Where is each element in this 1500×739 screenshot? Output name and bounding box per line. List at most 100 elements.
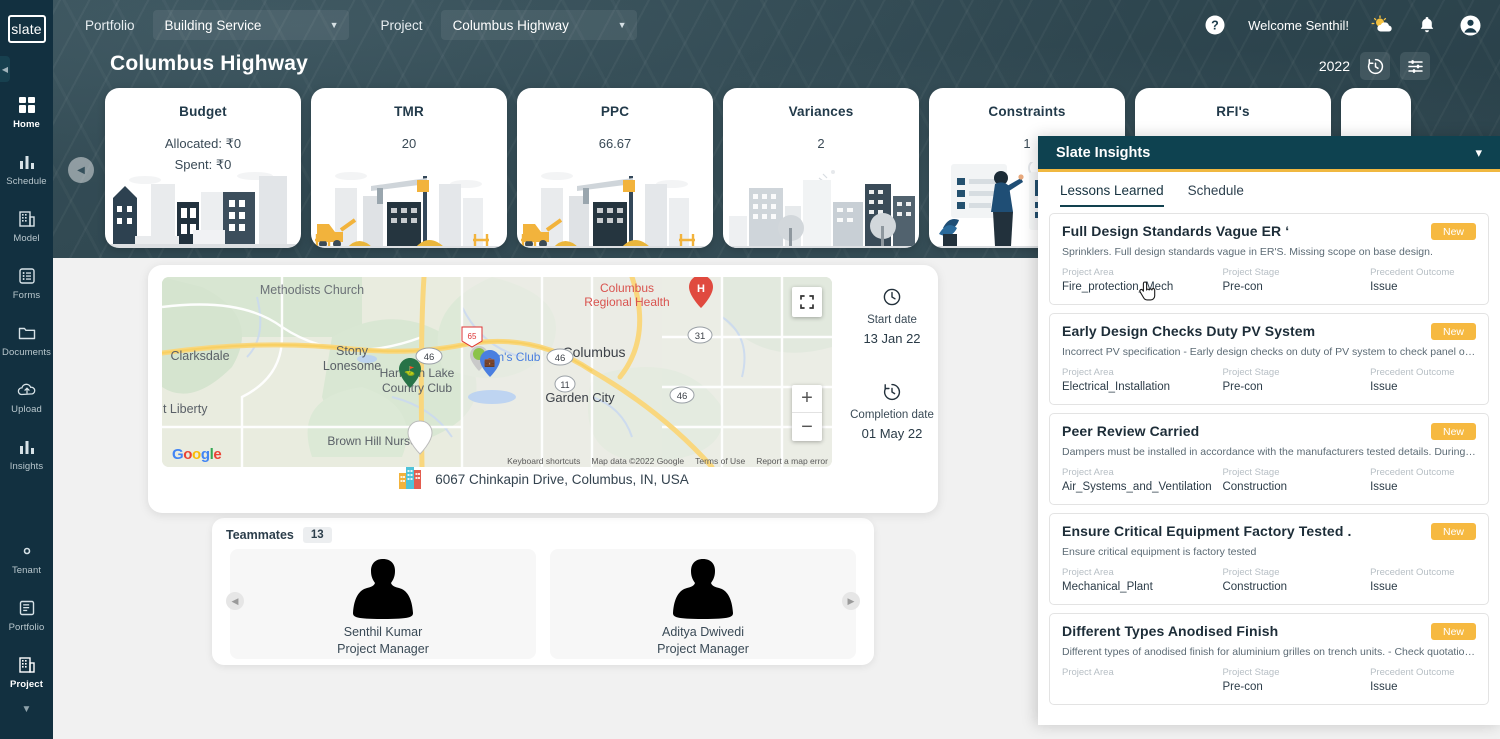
insight-meta: Project Area Fire_protection_Mech Projec… bbox=[1062, 267, 1476, 295]
chevron-down-icon: ▼ bbox=[330, 20, 339, 30]
sidebar-item-forms[interactable]: Forms bbox=[0, 260, 53, 305]
kpi-value: 20 bbox=[311, 133, 507, 154]
map-zoom-in-button[interactable]: + bbox=[792, 385, 822, 413]
gear-icon bbox=[0, 541, 53, 561]
status-badge: New bbox=[1431, 523, 1476, 540]
history-clock-icon[interactable] bbox=[1360, 52, 1390, 80]
sidebar-item-project[interactable]: Project bbox=[0, 649, 53, 694]
meta-label-stage: Project Stage bbox=[1222, 267, 1370, 278]
meta-value-outcome: Issue bbox=[1370, 281, 1476, 295]
kpi-title: Variances bbox=[723, 104, 919, 119]
project-select[interactable]: Columbus Highway ▼ bbox=[441, 10, 637, 40]
teammates-card: Teammates 13 Senthil Kumar Project Manag… bbox=[212, 518, 874, 665]
clock-icon bbox=[848, 287, 936, 307]
insight-meta-area: Project Area Air_Systems_and_Ventilation bbox=[1062, 467, 1222, 495]
meta-label-area: Project Area bbox=[1062, 367, 1222, 378]
user-account-icon[interactable] bbox=[1459, 14, 1482, 37]
app-logo-text: slate bbox=[8, 15, 46, 43]
svg-text:31: 31 bbox=[695, 331, 706, 342]
teammates-next-button[interactable]: ▶ bbox=[842, 592, 860, 610]
sidebar-item-model[interactable]: Model bbox=[0, 203, 53, 248]
buildings-icon bbox=[397, 464, 423, 495]
meta-label-outcome: Precedent Outcome bbox=[1370, 367, 1476, 378]
map-zoom-out-button[interactable]: − bbox=[792, 413, 822, 441]
insight-meta-stage: Project Stage Pre-con bbox=[1222, 267, 1370, 295]
list-form-icon bbox=[0, 266, 53, 286]
sidebar-item-portfolio-label: Portfolio bbox=[0, 622, 53, 633]
sidebar-item-portfolio[interactable]: Portfolio bbox=[0, 592, 53, 637]
portfolio-select[interactable]: Building Service ▼ bbox=[153, 10, 349, 40]
meta-label-area: Project Area bbox=[1062, 667, 1222, 678]
person-silhouette-icon bbox=[670, 555, 736, 624]
completion-date-block: Completion date 01 May 22 bbox=[848, 382, 936, 441]
meta-label-area: Project Area bbox=[1062, 267, 1222, 278]
meta-label-stage: Project Stage bbox=[1222, 367, 1370, 378]
kpi-card-variances[interactable]: Variances 2 bbox=[723, 88, 919, 248]
kpi-value: 2 bbox=[723, 133, 919, 154]
meta-label-area: Project Area bbox=[1062, 567, 1222, 578]
sidebar-item-home[interactable]: Home bbox=[0, 89, 53, 134]
teammate-name: Senthil Kumar bbox=[344, 625, 423, 639]
sidebar-item-tenant[interactable]: Tenant bbox=[0, 535, 53, 580]
chevron-down-icon[interactable]: ▾ bbox=[1475, 145, 1482, 161]
insight-meta-stage: Project Stage Construction bbox=[1222, 467, 1370, 495]
teammate-role: Project Manager bbox=[337, 642, 429, 656]
insight-card[interactable]: Peer Review Carried New Dampers must be … bbox=[1049, 413, 1489, 505]
map-canvas: Methodists Church Clarksdale Stony Lones… bbox=[162, 277, 832, 467]
svg-text:Clarksdale: Clarksdale bbox=[170, 349, 229, 363]
insight-meta: Project Area Project Stage Pre-con Prece… bbox=[1062, 667, 1476, 695]
sidebar-item-documents-label: Documents bbox=[0, 347, 53, 358]
insight-meta-outcome: Precedent Outcome Issue bbox=[1370, 367, 1476, 395]
teammates-header: Teammates 13 bbox=[212, 518, 874, 543]
help-circle-icon[interactable]: ? bbox=[1204, 14, 1226, 36]
kpi-carousel-prev[interactable]: ◀ bbox=[68, 157, 94, 183]
google-logo: Google bbox=[172, 446, 221, 463]
kpi-card-ppc[interactable]: PPC 66.67 bbox=[517, 88, 713, 248]
kpi-card-budget[interactable]: Budget Allocated: ₹0 Spent: ₹0 bbox=[105, 88, 301, 248]
kpi-card-tmr[interactable]: TMR 20 bbox=[311, 88, 507, 248]
insight-description: Incorrect PV specification - Early desig… bbox=[1062, 346, 1476, 358]
crane-site-illustration bbox=[311, 162, 507, 248]
sidebar-item-insights[interactable]: Insights bbox=[0, 431, 53, 476]
project-nav-label: Project bbox=[381, 18, 423, 33]
insight-meta: Project Area Electrical_Installation Pro… bbox=[1062, 367, 1476, 395]
tab-schedule[interactable]: Schedule bbox=[1188, 183, 1244, 207]
left-sidebar: slate Home Schedule Model Forms bbox=[0, 0, 53, 739]
sidebar-item-documents[interactable]: Documents bbox=[0, 317, 53, 362]
sidebar-item-upload[interactable]: Upload bbox=[0, 374, 53, 419]
insight-card[interactable]: Ensure Critical Equipment Factory Tested… bbox=[1049, 513, 1489, 605]
insight-meta-outcome: Precedent Outcome Issue bbox=[1370, 267, 1476, 295]
app-logo[interactable]: slate bbox=[0, 6, 53, 51]
teammate-tile[interactable]: Senthil Kumar Project Manager bbox=[230, 549, 536, 659]
insight-card[interactable]: Full Design Standards Vague ER ‘ New Spr… bbox=[1049, 213, 1489, 305]
teammate-tile[interactable]: Aditya Dwivedi Project Manager bbox=[550, 549, 856, 659]
bell-icon[interactable] bbox=[1417, 15, 1437, 36]
cloud-upload-icon bbox=[0, 380, 53, 400]
google-map[interactable]: Methodists Church Clarksdale Stony Lones… bbox=[162, 277, 832, 467]
building-project-icon bbox=[0, 655, 53, 675]
sidebar-item-project-label: Project bbox=[0, 679, 53, 690]
sliders-filter-icon[interactable] bbox=[1400, 52, 1430, 80]
insights-header: Slate Insights ▾ bbox=[1038, 136, 1500, 172]
insight-card[interactable]: Different Types Anodised Finish New Diff… bbox=[1049, 613, 1489, 705]
bar-chart-icon bbox=[0, 152, 53, 172]
chevron-down-icon: ▼ bbox=[618, 20, 627, 30]
tab-lessons-learned[interactable]: Lessons Learned bbox=[1060, 183, 1164, 207]
insight-title: Early Design Checks Duty PV System bbox=[1062, 323, 1476, 339]
sidebar-item-schedule[interactable]: Schedule bbox=[0, 146, 53, 191]
svg-text:Lonesome: Lonesome bbox=[323, 359, 381, 373]
meta-value-stage: Construction bbox=[1222, 581, 1370, 595]
top-navigation-bar: Portfolio Building Service ▼ Project Col… bbox=[53, 0, 1500, 50]
teammates-prev-button[interactable]: ◀ bbox=[226, 592, 244, 610]
sidebar-expand-chevron-icon[interactable]: ▼ bbox=[0, 704, 53, 715]
map-zoom-controls: + − bbox=[792, 385, 822, 441]
grid-home-icon bbox=[0, 95, 53, 115]
insight-card[interactable]: Early Design Checks Duty PV System New I… bbox=[1049, 313, 1489, 405]
meta-value-outcome: Issue bbox=[1370, 481, 1476, 495]
sidebar-item-home-label: Home bbox=[0, 119, 53, 130]
map-fullscreen-button[interactable] bbox=[792, 287, 822, 317]
svg-text:46: 46 bbox=[555, 353, 566, 364]
sidebar-collapse-handle[interactable]: ◀ bbox=[0, 56, 10, 82]
insight-meta-stage: Project Stage Pre-con bbox=[1222, 367, 1370, 395]
clock-rotate-icon bbox=[848, 382, 936, 402]
